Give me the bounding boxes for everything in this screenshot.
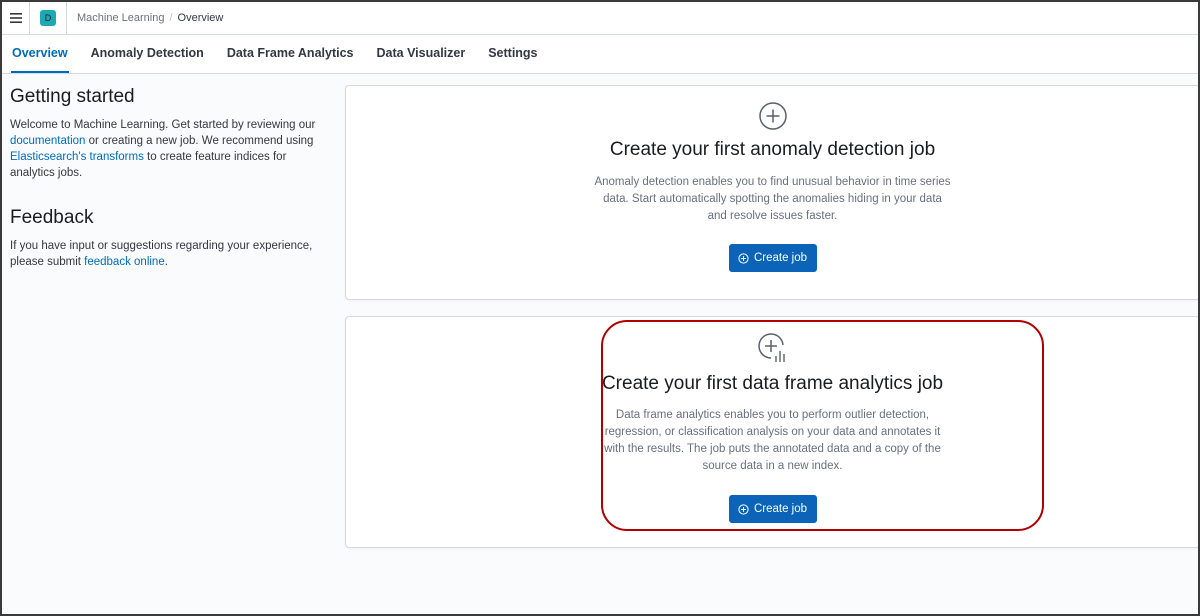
- create-anomaly-job-button[interactable]: Create job: [728, 244, 817, 272]
- menu-button[interactable]: [2, 2, 30, 34]
- feedback-title: Feedback: [10, 207, 94, 228]
- tab-overview[interactable]: Overview: [11, 46, 69, 73]
- hamburger-icon: [9, 13, 22, 23]
- getting-started-title: Getting started: [10, 86, 135, 107]
- tab-settings[interactable]: Settings: [487, 46, 538, 73]
- feedback-text: If you have input or suggestions regardi…: [10, 238, 330, 270]
- overview-side-panel: Getting started Welcome to Machine Learn…: [10, 86, 330, 270]
- tab-anomaly-detection[interactable]: Anomaly Detection: [90, 46, 205, 73]
- transforms-link[interactable]: Elasticsearch's transforms: [10, 151, 144, 163]
- annotation-highlight: [601, 320, 1044, 531]
- anomaly-card-title: Create your first anomaly detection job: [609, 139, 936, 160]
- tab-data-visualizer[interactable]: Data Visualizer: [376, 46, 467, 73]
- create-job-label: Create job: [753, 252, 808, 264]
- breadcrumb-machine-learning[interactable]: Machine Learning: [77, 12, 164, 24]
- breadcrumb: Machine Learning / Overview: [77, 12, 223, 24]
- feedback-text-2: .: [164, 256, 168, 268]
- documentation-link[interactable]: documentation: [10, 135, 85, 147]
- app-window: D Machine Learning / Overview Overview A…: [0, 0, 1200, 616]
- plus-in-circle-icon: [738, 252, 749, 264]
- top-header: D Machine Learning / Overview: [2, 2, 1198, 35]
- getting-started-text-1: Welcome to Machine Learning. Get started…: [10, 119, 316, 131]
- breadcrumb-overview: Overview: [177, 12, 224, 24]
- breadcrumb-separator: /: [169, 12, 173, 24]
- tab-data-frame-analytics[interactable]: Data Frame Analytics: [226, 46, 355, 73]
- space-avatar[interactable]: D: [40, 10, 56, 26]
- anomaly-card-description: Anomaly detection enables you to find un…: [594, 176, 951, 222]
- getting-started-text: Welcome to Machine Learning. Get started…: [10, 117, 330, 181]
- plus-circle-icon: [758, 102, 787, 130]
- header-divider: [66, 2, 67, 34]
- ml-tabs: Overview Anomaly Detection Data Frame An…: [2, 35, 1198, 74]
- getting-started-text-2: or creating a new job. We recommend usin…: [85, 135, 314, 147]
- anomaly-detection-card: Create your first anomaly detection job …: [345, 85, 1198, 300]
- feedback-online-link[interactable]: feedback online: [84, 256, 165, 268]
